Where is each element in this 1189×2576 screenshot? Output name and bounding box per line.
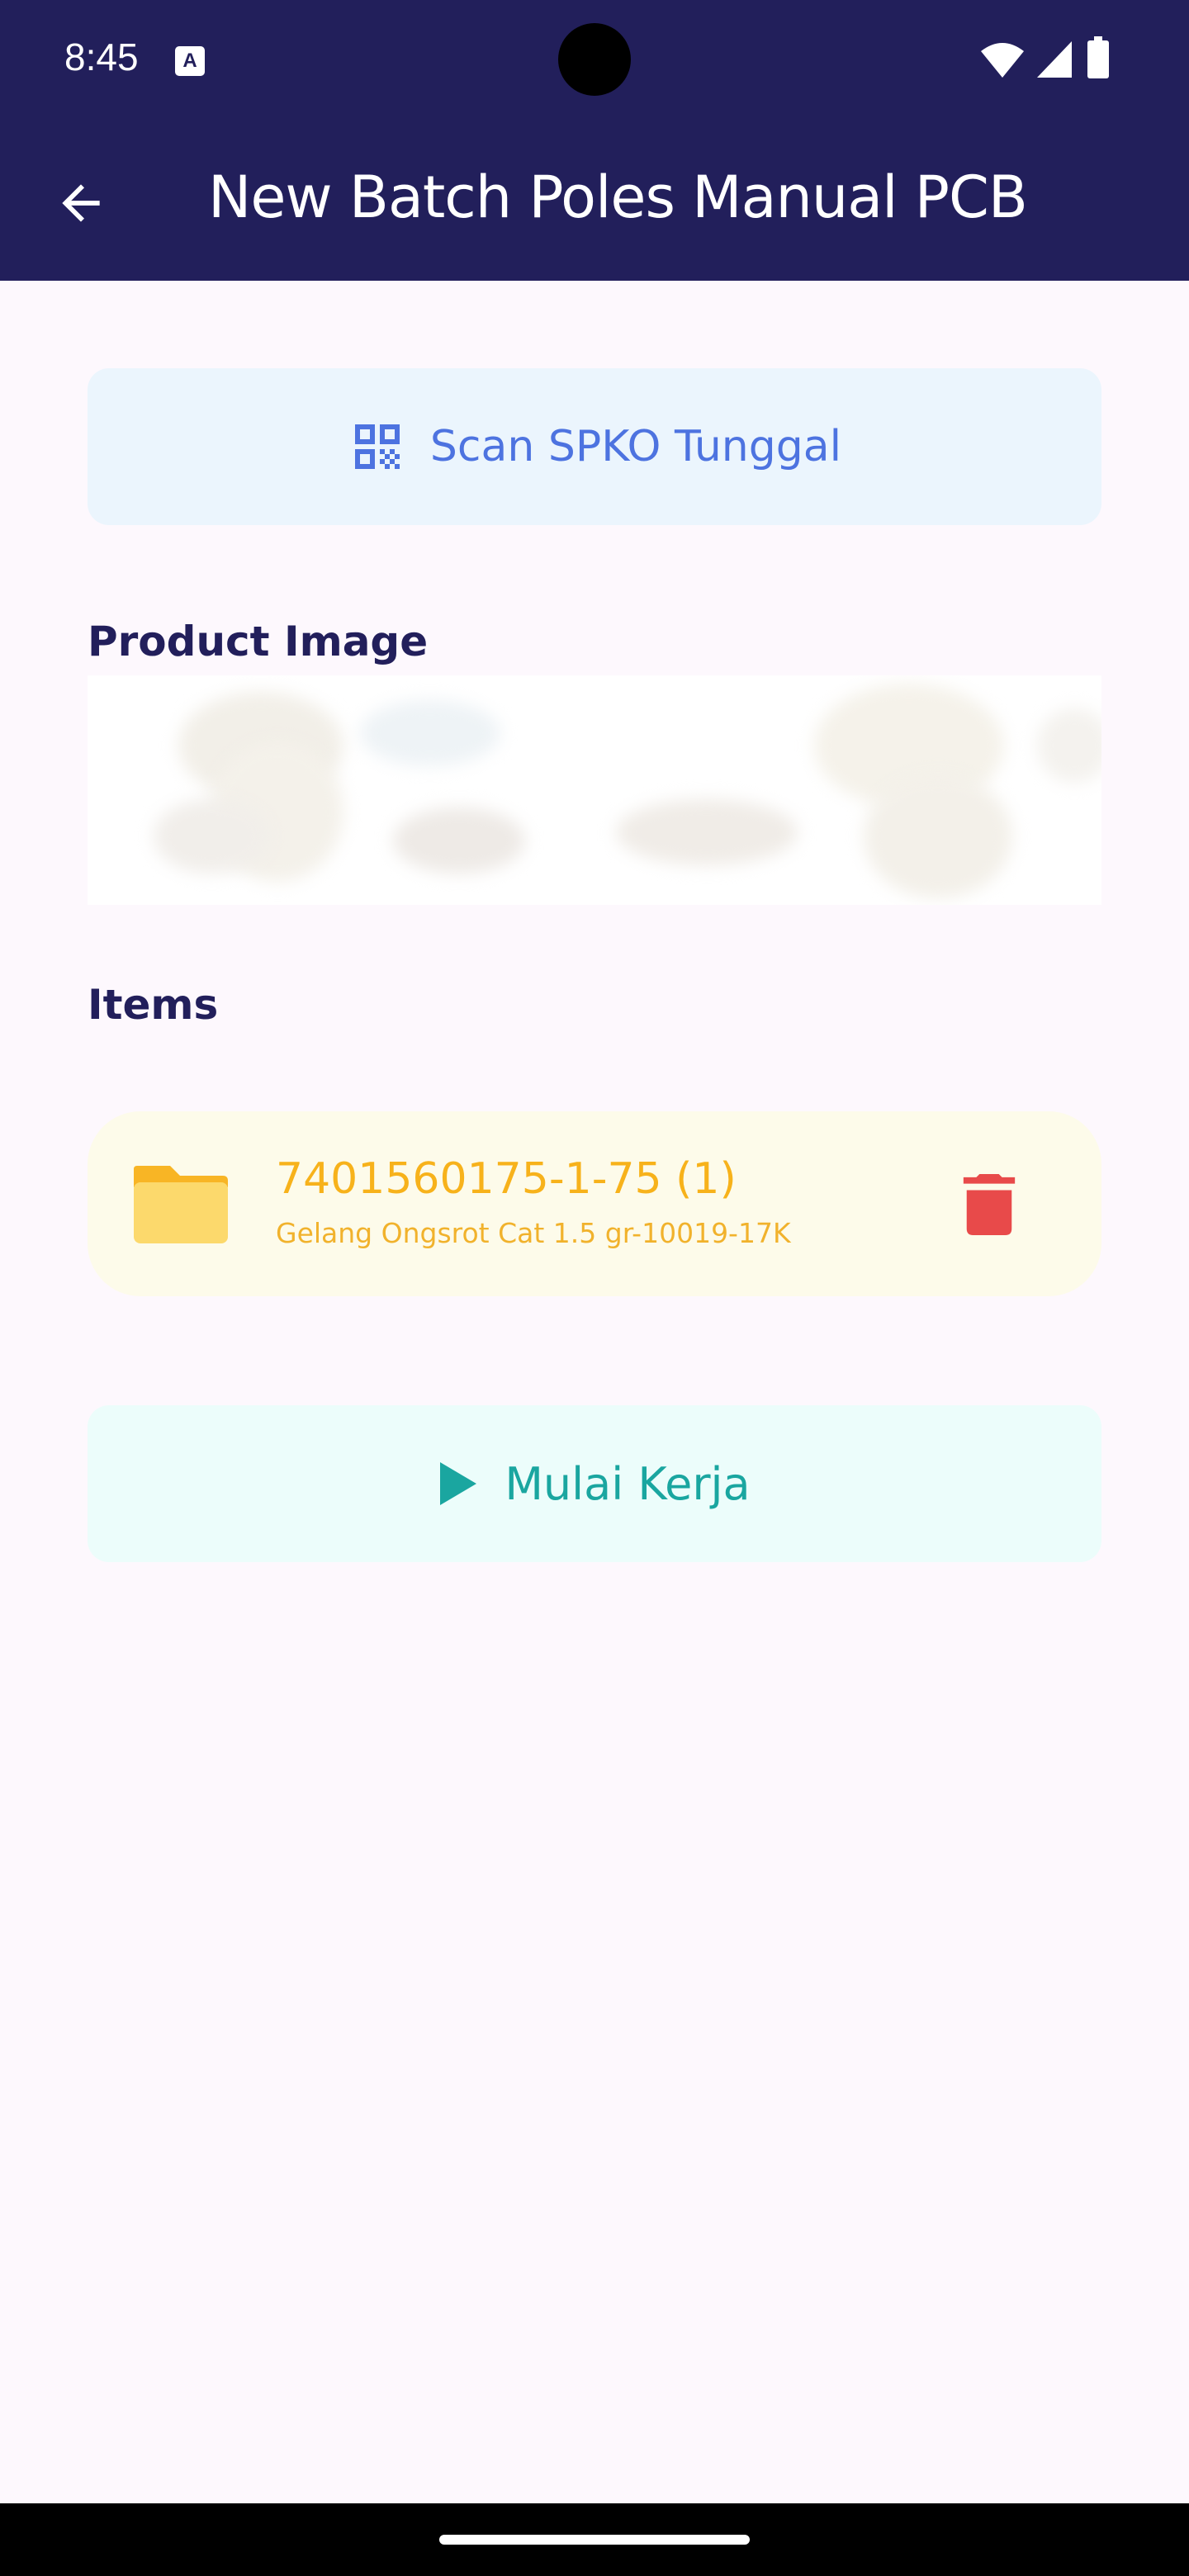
status-bar: 8:45 A <box>0 0 1189 124</box>
start-work-button[interactable]: Mulai Kerja <box>88 1405 1101 1562</box>
product-image-title: Product Image <box>88 618 429 665</box>
arrow-back-icon[interactable] <box>53 175 109 231</box>
signal-icon <box>1037 41 1072 78</box>
scan-spko-label: Scan SPKO Tunggal <box>429 422 842 471</box>
items-title: Items <box>88 981 219 1029</box>
scan-spko-button[interactable]: Scan SPKO Tunggal <box>88 368 1101 525</box>
qr-code-icon <box>354 424 400 469</box>
start-work-label: Mulai Kerja <box>504 1457 751 1510</box>
item-description: Gelang Ongsrot Cat 1.5 gr-10019-17K <box>276 1217 791 1249</box>
list-item[interactable]: 7401560175-1-75 (1) Gelang Ongsrot Cat 1… <box>88 1111 1101 1296</box>
product-image <box>88 675 1101 905</box>
folder-icon <box>134 1166 228 1243</box>
status-time: 8:45 <box>64 36 139 78</box>
trash-icon[interactable] <box>963 1174 1016 1235</box>
camera-cutout <box>558 23 631 96</box>
system-nav-bar <box>0 2503 1189 2576</box>
home-indicator[interactable] <box>439 2535 750 2545</box>
play-icon <box>440 1462 477 1505</box>
wifi-icon <box>981 43 1024 78</box>
battery-icon <box>1087 36 1109 78</box>
app-bar: New Batch Poles Manual PCB <box>0 124 1189 281</box>
text-a-icon: A <box>175 46 205 76</box>
page-title: New Batch Poles Manual PCB <box>208 163 1028 231</box>
item-code: 7401560175-1-75 (1) <box>276 1154 737 1204</box>
